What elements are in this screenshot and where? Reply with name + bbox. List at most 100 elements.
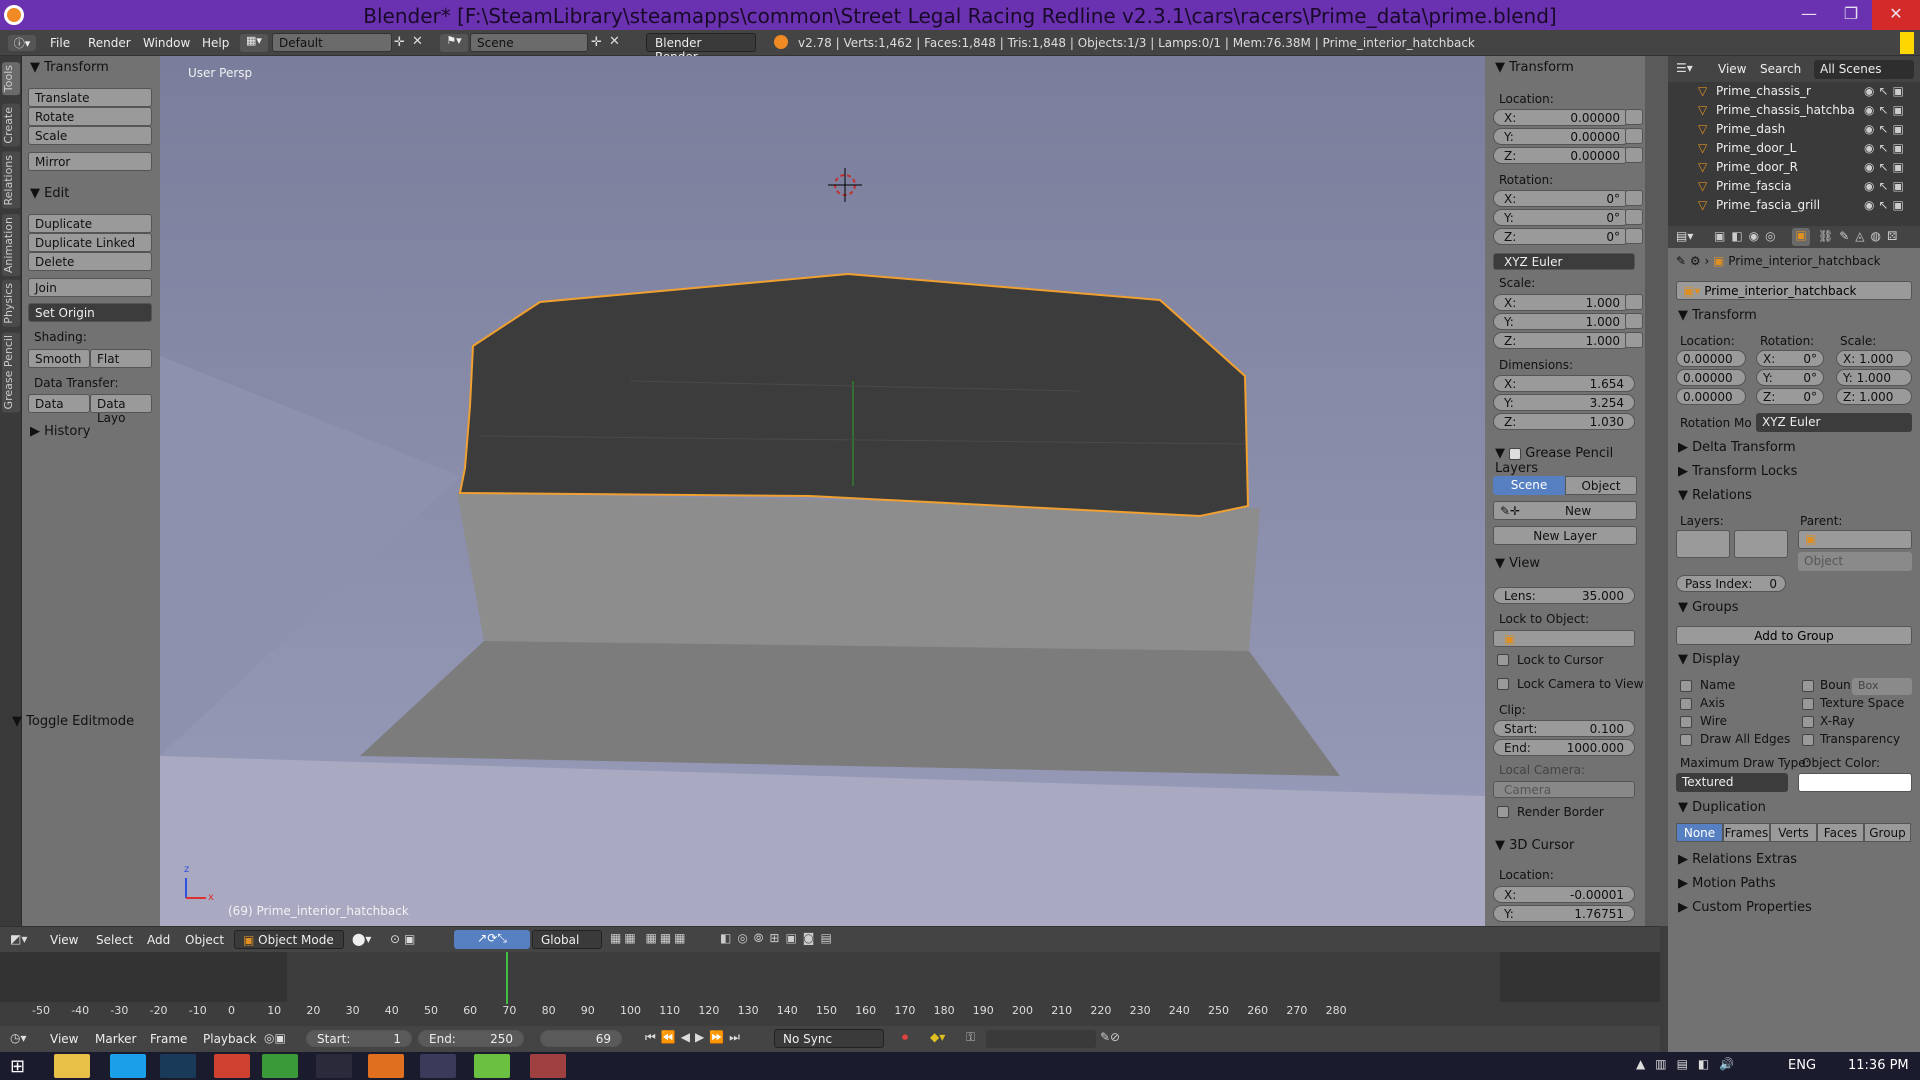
motion-paths-header[interactable]: ▶ Motion Paths bbox=[1678, 876, 1776, 891]
visibility-icons[interactable]: ◉↖▣ bbox=[1864, 84, 1908, 98]
outliner-item[interactable]: ▽ Prime_chassis_hatchba ◉↖▣ bbox=[1668, 101, 1920, 120]
tab-animation[interactable]: Animation bbox=[2, 214, 20, 277]
camera-field[interactable]: Camera bbox=[1493, 781, 1635, 798]
visibility-icons[interactable]: ◉↖▣ bbox=[1864, 122, 1908, 136]
language-indicator[interactable]: ENG bbox=[1788, 1058, 1816, 1073]
tab-relations[interactable]: Relations bbox=[2, 152, 20, 209]
mirror-button[interactable]: Mirror bbox=[28, 152, 152, 171]
max-draw-type-dropdown[interactable]: Textured bbox=[1676, 773, 1788, 792]
grease-pencil-header[interactable]: ▼ Grease Pencil Layers bbox=[1495, 446, 1645, 476]
app-icon[interactable] bbox=[262, 1054, 298, 1078]
n-transform-header[interactable]: ▼ Transform bbox=[1495, 60, 1574, 75]
app-icon[interactable] bbox=[474, 1054, 510, 1078]
lock-icon[interactable] bbox=[1625, 128, 1643, 144]
end-frame-field[interactable]: End: 250 bbox=[418, 1030, 524, 1047]
outliner-scenes-dropdown[interactable]: All Scenes bbox=[1814, 60, 1914, 79]
clock[interactable]: 11:36 PM bbox=[1848, 1058, 1909, 1073]
shading-smooth-button[interactable]: Smooth bbox=[28, 349, 90, 368]
pivot-icons[interactable]: ⊙▣ bbox=[390, 932, 419, 946]
visibility-icons[interactable]: ◉↖▣ bbox=[1864, 179, 1908, 193]
current-frame-field[interactable]: 69 bbox=[540, 1030, 622, 1047]
lock-to-cursor-checkbox[interactable] bbox=[1497, 654, 1509, 666]
n-loc-z-field[interactable]: Z: 0.00000 bbox=[1493, 147, 1631, 164]
start-button-icon[interactable]: ⊞ bbox=[10, 1056, 25, 1077]
snap-icons[interactable]: ◧◎⦾⊞▣◙▤ bbox=[720, 931, 838, 946]
object-name-field[interactable]: ▣▾ Prime_interior_hatchback bbox=[1676, 281, 1912, 300]
add-layout-icon[interactable]: ✛ bbox=[394, 35, 405, 50]
tl-frame-menu[interactable]: Frame bbox=[150, 1032, 187, 1046]
timeline-editor-icon[interactable]: ◷▾ bbox=[10, 1031, 27, 1045]
tl-view-menu[interactable]: View bbox=[50, 1032, 78, 1046]
lock-camera-checkbox[interactable] bbox=[1497, 678, 1509, 690]
object-tab-icon[interactable]: ▣ bbox=[1792, 228, 1810, 246]
orientation-dropdown[interactable]: Global bbox=[532, 930, 602, 949]
render-engine-dropdown[interactable]: Blender Render bbox=[646, 33, 756, 64]
editor-type-icon[interactable]: ◩▾ bbox=[10, 932, 27, 946]
outliner-item[interactable]: ▽ Prime_door_L ◉↖▣ bbox=[1668, 139, 1920, 158]
p-loc-y[interactable]: 0.00000 bbox=[1676, 369, 1746, 386]
layer-grid-2[interactable] bbox=[1734, 530, 1788, 558]
blender-taskbar-icon[interactable] bbox=[368, 1054, 404, 1078]
current-frame-marker[interactable] bbox=[506, 952, 509, 1004]
lock-icon[interactable] bbox=[1625, 228, 1643, 244]
display-checkbox[interactable] bbox=[1680, 734, 1692, 746]
n-rot-y-field[interactable]: Y: 0° bbox=[1493, 209, 1631, 226]
scene-icon[interactable]: ⚑▾ bbox=[440, 34, 468, 52]
file-explorer-icon[interactable] bbox=[54, 1054, 90, 1078]
relations-extras-header[interactable]: ▶ Relations Extras bbox=[1678, 852, 1797, 867]
layout-field[interactable]: Default bbox=[272, 33, 392, 52]
custom-properties-header[interactable]: ▶ Custom Properties bbox=[1678, 900, 1812, 915]
duplication-option[interactable]: Verts bbox=[1770, 823, 1817, 842]
range-lock-icon[interactable]: ◎▣ bbox=[264, 1031, 286, 1045]
outliner-item[interactable]: ▽ Prime_chassis_r ◉↖▣ bbox=[1668, 82, 1920, 101]
duplicate-linked-button[interactable]: Duplicate Linked bbox=[28, 233, 152, 252]
data-layout-button[interactable]: Data Layo bbox=[90, 394, 152, 425]
relations-header[interactable]: ▼ Relations bbox=[1678, 488, 1752, 503]
keying-set-field[interactable] bbox=[986, 1030, 1096, 1048]
remove-scene-icon[interactable]: ✕ bbox=[609, 34, 620, 49]
duplication-option[interactable]: Frames bbox=[1723, 823, 1770, 842]
gp-scene-button[interactable]: Scene bbox=[1493, 476, 1565, 495]
keying-set-icon[interactable]: ⚿ bbox=[966, 1030, 975, 1045]
gp-new-layer-button[interactable]: New Layer bbox=[1493, 526, 1637, 545]
delta-transform-header[interactable]: ▶ Delta Transform bbox=[1678, 440, 1796, 455]
parent-type-dropdown[interactable]: Object bbox=[1798, 552, 1912, 571]
tab-physics[interactable]: Physics bbox=[2, 280, 20, 327]
close-button[interactable]: ✕ bbox=[1872, 0, 1920, 30]
n-rotation-mode-dropdown[interactable]: XYZ Euler bbox=[1493, 253, 1635, 270]
outliner-item[interactable]: ▽ Prime_door_R ◉↖▣ bbox=[1668, 158, 1920, 177]
timeline[interactable]: -50 -40 -30 -20 -10 0 10 20 30 40 50 60 70 80 90 100 110… bbox=[0, 952, 1660, 1026]
duplication-option[interactable]: None bbox=[1676, 823, 1723, 842]
display-checkbox[interactable] bbox=[1802, 680, 1814, 692]
n-loc-y-field[interactable]: Y: 0.00000 bbox=[1493, 128, 1631, 145]
npanel-scrollbar[interactable] bbox=[1645, 56, 1668, 926]
visibility-icons[interactable]: ◉↖▣ bbox=[1864, 198, 1908, 212]
cursor-y-field[interactable]: Y: 1.76751 bbox=[1493, 905, 1635, 922]
display-header[interactable]: ▼ Display bbox=[1678, 652, 1740, 667]
keyframe-insert-icon[interactable]: ✎⊘ bbox=[1100, 1030, 1120, 1044]
outliner-item[interactable]: ▽ Prime_fascia_grill ◉↖▣ bbox=[1668, 196, 1920, 215]
shading-mode-icon[interactable]: ⬤▾ bbox=[352, 932, 371, 946]
more-context-icons[interactable]: ⛓✎◬◍⚄ bbox=[1818, 229, 1903, 243]
clip-end-field[interactable]: End: 1000.000 bbox=[1493, 739, 1635, 756]
remove-layout-icon[interactable]: ✕ bbox=[412, 34, 423, 49]
parent-field[interactable]: ▣ bbox=[1798, 530, 1912, 549]
grease-pencil-checkbox[interactable] bbox=[1509, 447, 1522, 460]
p-rot-x[interactable]: X: 0° bbox=[1756, 350, 1824, 367]
outliner-view-menu[interactable]: View bbox=[1718, 62, 1746, 76]
join-button[interactable]: Join bbox=[28, 278, 152, 297]
rotate-button[interactable]: Rotate bbox=[28, 107, 152, 126]
bound-type-dropdown[interactable]: Box bbox=[1852, 678, 1912, 695]
duplication-option[interactable]: Group bbox=[1864, 823, 1911, 842]
keyframe-icon[interactable]: ◆▾ bbox=[930, 1030, 945, 1044]
duplication-option[interactable]: Faces bbox=[1817, 823, 1864, 842]
minimize-button[interactable]: — bbox=[1788, 0, 1830, 30]
p-rot-y[interactable]: Y: 0° bbox=[1756, 369, 1824, 386]
n-dim-z-field[interactable]: Z: 1.030 bbox=[1493, 413, 1635, 430]
p-loc-z[interactable]: 0.00000 bbox=[1676, 388, 1746, 405]
app-icon[interactable] bbox=[316, 1054, 352, 1078]
select-menu[interactable]: Select bbox=[96, 933, 133, 947]
lock-icon[interactable] bbox=[1625, 147, 1643, 163]
menu-render[interactable]: Render bbox=[88, 36, 131, 50]
n-rot-x-field[interactable]: X: 0° bbox=[1493, 190, 1631, 207]
